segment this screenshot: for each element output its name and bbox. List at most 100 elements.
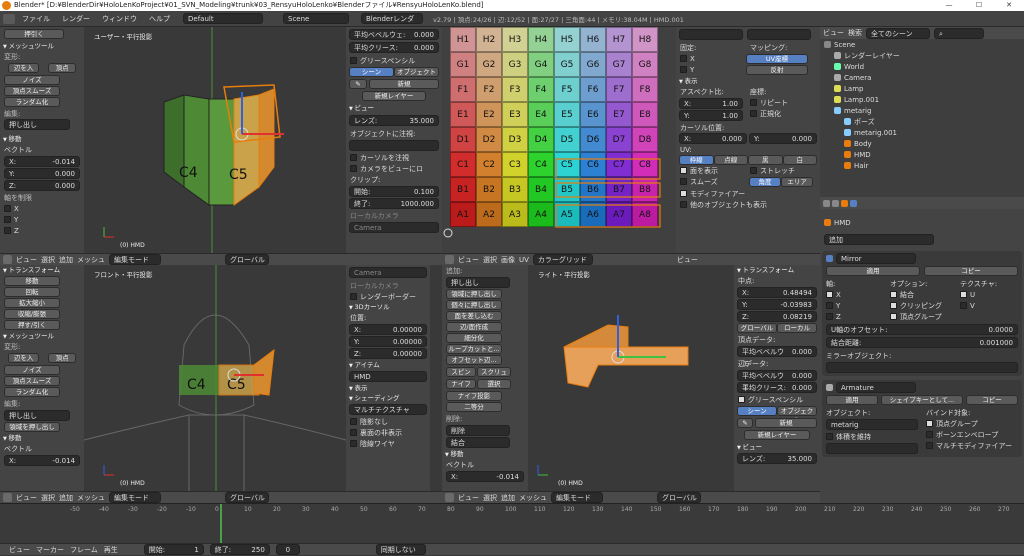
local-camera-field[interactable]: Camera [349,222,439,233]
uv-view-menu[interactable]: ビュー [458,255,479,265]
bone-envelope-checkbox[interactable]: ボーンエンベロープ [922,429,1022,440]
menu-window[interactable]: ウィンドウ [97,14,142,24]
select-menu-3[interactable]: 選択 [483,493,497,503]
aspect-x-field[interactable]: X: 1.00 [679,98,743,109]
timeline-editor[interactable]: -50 -40 -30 -20 -10 0 10 20 30 40 50 60 70 80 90 100 110… [0,503,1024,544]
outline-button[interactable]: 枠線 [679,155,714,165]
outliner-item[interactable]: Scene [820,39,1024,50]
texture-v-checkbox[interactable]: V [956,300,1016,311]
gp-object-tab[interactable]: オブジェクト [394,67,439,77]
vertex-group-field[interactable] [826,443,918,454]
playhead[interactable] [220,504,222,544]
render-border-checkbox[interactable]: レンダーボーダー [346,291,430,302]
shading-header[interactable]: シェーディング [346,393,430,403]
mesh-tools-header-2[interactable]: メッシュツール [0,331,84,341]
outliner-item[interactable]: Camera [820,72,1024,83]
armature-name-field[interactable]: Armature [836,382,916,393]
edge-crease-field[interactable]: 平均クリース: 0.000 [737,382,817,393]
mean-bevel-field[interactable]: 平均ベベルウェ: 0.000 [349,29,439,40]
constraint-y[interactable]: Y [0,214,84,225]
sync-mode-selector[interactable]: 同期しない [375,544,426,555]
camera-field[interactable]: Camera [349,267,427,278]
mean-crease-field[interactable]: 平均クリース: 0.000 [349,42,439,53]
local-toggle[interactable]: ローカル [777,323,817,333]
gp-new-button-2[interactable]: 新規 [755,418,817,428]
offset-edge-button[interactable]: オフセット辺... [446,355,502,365]
extrude-dropdown-3[interactable]: 押し出し [446,277,510,288]
fix-y-checkbox[interactable]: Y [676,64,746,75]
current-frame-field[interactable]: 0 [275,544,300,555]
item-header[interactable]: アイテム [346,360,430,370]
view-menu-3[interactable]: ビュー [458,493,479,503]
hidden-wire-checkbox[interactable]: 陰線ワイヤ [346,438,430,449]
other-objects-checkbox[interactable]: 他のオブジェクトも表示 [676,199,820,210]
screw-button[interactable]: スクリュー [477,367,511,385]
extrude-region-button[interactable]: 領域を押し出し [4,422,60,432]
gp-scene-tab-2[interactable]: シーン [737,406,777,416]
cursor-x-field-3d[interactable]: X: 0.00000 [349,324,427,335]
menu-file[interactable]: ファイル [17,14,55,24]
outliner-item[interactable]: metarig.001 [820,127,1024,138]
median-z-field[interactable]: Z: 0.08219 [737,311,817,322]
close-button[interactable]: ✕ [994,0,1024,11]
merge-distance-field[interactable]: 結合距離: 0.001000 [826,337,1018,348]
tl-frame-menu[interactable]: フレーム [70,545,98,555]
end-frame-field[interactable]: 終了: 250 [209,544,270,555]
editor-type-icon[interactable] [3,255,12,264]
faces-checkbox[interactable]: 面を表示 [676,165,746,176]
orientation-selector[interactable]: グローバル [225,254,269,265]
uv-select-menu[interactable]: 選択 [483,255,497,265]
mirror-copy-button[interactable]: コピー [924,266,1018,276]
vgroup-checkbox[interactable]: 頂点グループ [886,311,956,322]
uv-field-b[interactable] [747,29,811,40]
dissolve-dropdown[interactable]: 結合 [446,437,510,448]
preserve-volume-checkbox[interactable]: 体積を維持 [822,431,922,442]
lens-field-2[interactable]: レンズ: 35.000 [737,453,817,464]
armature-copy-button[interactable]: コピー [966,395,1018,405]
axis-x-checkbox[interactable]: X [822,289,886,300]
uv-field-a[interactable] [679,29,743,40]
outliner-item[interactable]: Hair [820,160,1024,171]
vector-z-field[interactable]: Z: 0.000 [4,180,80,191]
view-menu[interactable]: ビュー [16,255,37,265]
move-header-3[interactable]: 移動 [442,449,528,459]
maximize-button[interactable]: ☐ [964,0,994,11]
3d-cursor-header[interactable]: 3Dカーソル [346,302,430,312]
viewport-front-ortho[interactable]: フロント・平行投影 C4 C5 (0) HMD [84,265,346,491]
vertex-slide-button[interactable]: 頂点 [48,63,76,73]
outliner-item[interactable]: Body [820,138,1024,149]
add-modifier-dropdown[interactable]: 追加 [824,234,934,245]
shadeless-checkbox[interactable]: 陰影なし [346,416,430,427]
cursor-y-field[interactable]: Y: 0.000 [749,133,817,144]
scale-button[interactable]: 拡大縮小 [4,298,60,308]
menu-help[interactable]: ヘルプ [144,14,175,24]
merge-checkbox[interactable]: 結合 [886,289,956,300]
smooth-vertex-button[interactable]: 頂点スムーズ [4,86,60,96]
outliner-display-mode[interactable]: 全てのシーン [866,27,930,39]
multi-modifier-checkbox[interactable]: マルチモディファイアー [922,440,1022,451]
mirror-apply-button[interactable]: 適用 [826,266,920,276]
armature-object-field[interactable]: metarig [826,419,918,430]
gp-scene-tab[interactable]: シーン [349,67,394,77]
gp-new-layer-button-2[interactable]: 新規レイヤー [744,430,810,440]
fix-x-checkbox[interactable]: X [676,53,746,64]
randomize-button-2[interactable]: ランダム化 [4,387,60,397]
select-menu-2[interactable]: 選択 [41,493,55,503]
noise-button[interactable]: ノイズ [4,75,60,85]
add-menu-3[interactable]: 追加 [501,493,515,503]
knife-button[interactable]: ナイフ [446,379,476,389]
outliner-item[interactable]: metarig [820,105,1024,116]
uv-view-menu-2[interactable]: ビュー [677,255,698,265]
editor-type-icon[interactable] [445,255,454,264]
add-menu[interactable]: 追加 [59,255,73,265]
layout-selector[interactable]: Default [183,13,263,24]
subdivide-button[interactable]: 細分化 [446,333,502,343]
repeat-checkbox[interactable]: リピート [746,97,816,108]
bind-vgroups-checkbox[interactable]: 頂点グループ [922,418,1022,429]
tl-view-menu[interactable]: ビュー [9,545,30,555]
smooth-vertex-button-2[interactable]: 頂点スムーズ [4,376,60,386]
scene-selector[interactable]: Scene [283,13,349,24]
outliner-view-menu[interactable]: ビュー [823,28,844,38]
gp-new-layer-button[interactable]: 新規レイヤー [362,91,426,101]
object-tab-icon[interactable] [841,199,848,207]
